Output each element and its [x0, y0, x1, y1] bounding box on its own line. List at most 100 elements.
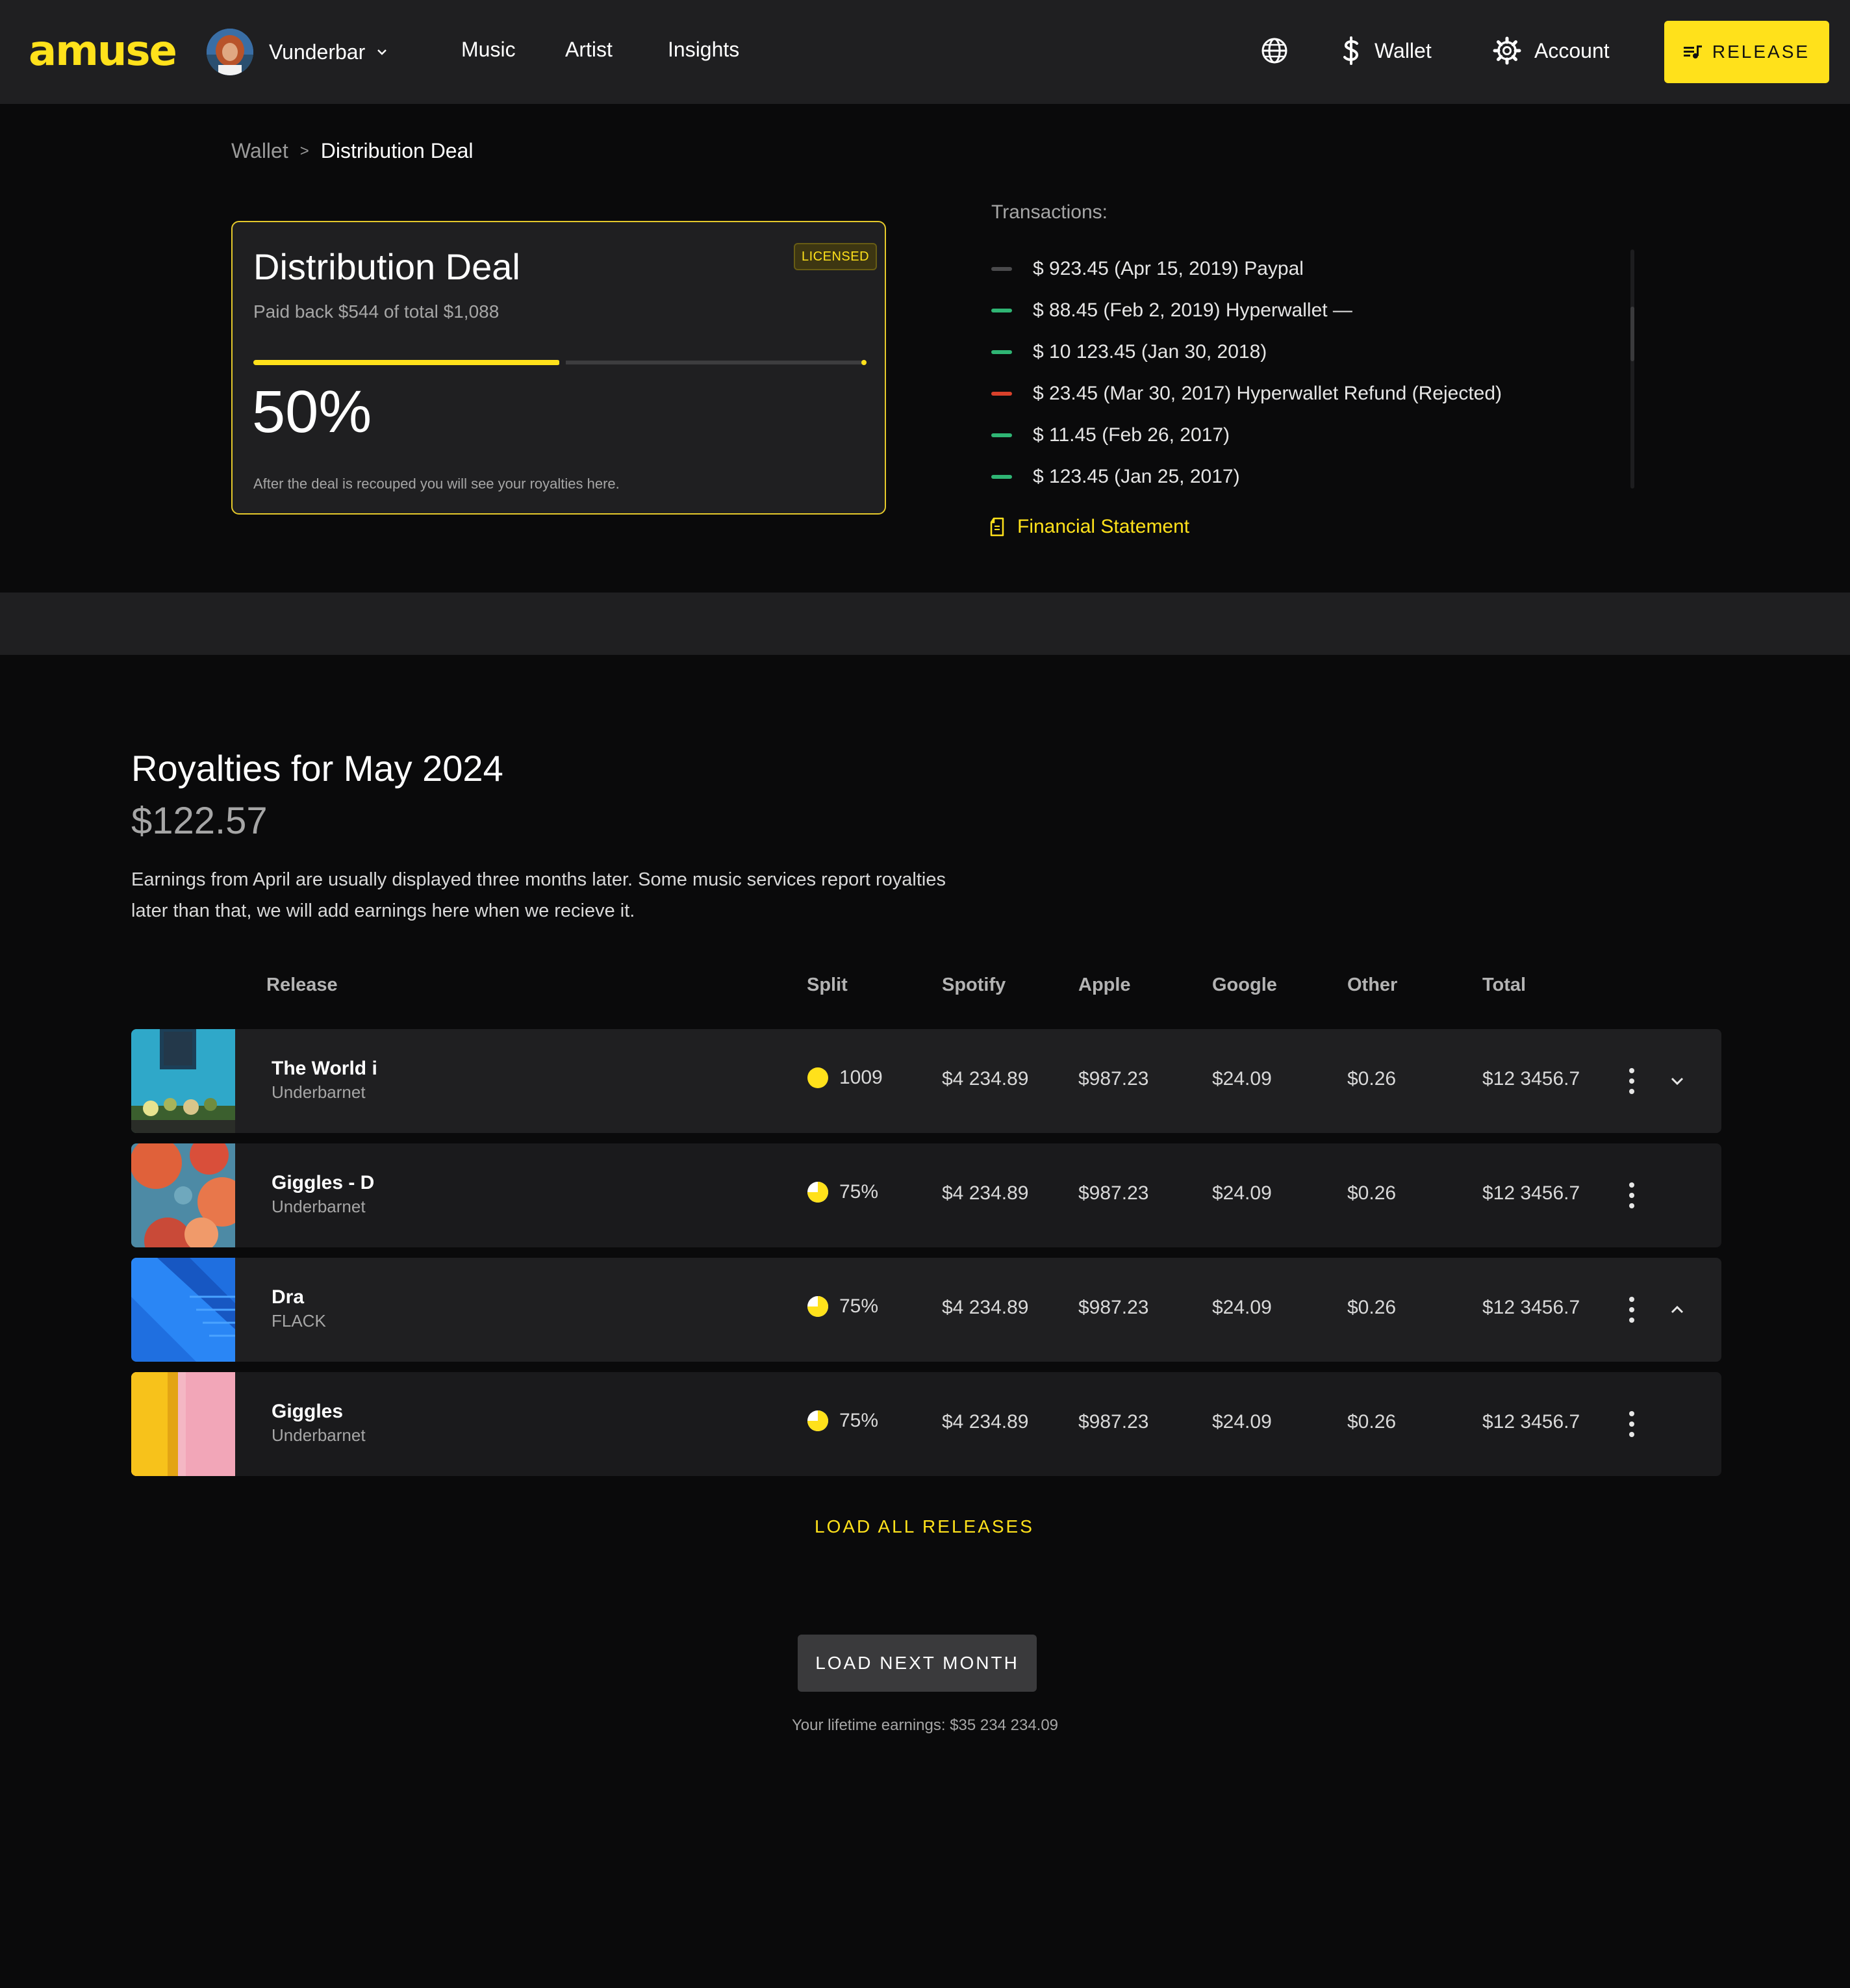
more-options-icon[interactable]	[1625, 1410, 1638, 1438]
other-value: $0.26	[1347, 1182, 1397, 1204]
apple-value: $987.23	[1078, 1068, 1149, 1090]
deal-title: Distribution Deal	[253, 246, 520, 287]
transaction-text: $ 11.45 (Feb 26, 2017)	[1033, 424, 1230, 446]
royalties-amount: $122.57	[131, 800, 268, 842]
status-badge: LICENSED	[794, 243, 878, 270]
release-artist: Underbarnet	[272, 1082, 366, 1102]
more-options-icon[interactable]	[1625, 1295, 1638, 1324]
google-value: $24.09	[1212, 1068, 1272, 1090]
split-pie-icon	[807, 1410, 828, 1431]
more-options-icon[interactable]	[1625, 1067, 1638, 1095]
release-title: Dra	[272, 1286, 305, 1308]
transaction-status-indicator	[991, 433, 1012, 437]
wallet-label: Wallet	[1375, 38, 1432, 62]
split-value: 75%	[839, 1181, 879, 1203]
other-value: $0.26	[1347, 1411, 1397, 1433]
total-value: $12 3456.7	[1482, 1411, 1580, 1433]
other-value: $0.26	[1347, 1297, 1397, 1318]
chevron-down-icon[interactable]	[1668, 1072, 1686, 1090]
column-header-google: Google	[1212, 975, 1277, 995]
transaction-item: $ 11.45 (Feb 26, 2017)	[991, 414, 1641, 456]
top-navigation-bar: amuse Vunderbar Music Artist Insights Wa…	[0, 0, 1850, 104]
chevron-down-icon	[377, 49, 387, 55]
chevron-up-icon[interactable]	[1668, 1301, 1686, 1319]
google-value: $24.09	[1212, 1297, 1272, 1318]
release-artwork	[131, 1258, 235, 1362]
royalties-description: Earnings from April are usually displaye…	[131, 869, 946, 921]
transaction-item: $ 123.45 (Jan 25, 2017)	[991, 456, 1641, 498]
spotify-value: $4 234.89	[942, 1182, 1029, 1204]
spotify-value: $4 234.89	[942, 1068, 1029, 1090]
music-list-icon	[1683, 45, 1702, 58]
split-pie-slice	[807, 1067, 828, 1088]
table-row[interactable]: The World i Underbarnet 1009 $4 234.89 $…	[131, 1029, 1721, 1133]
split-value: 1009	[839, 1067, 883, 1088]
deal-note: After the deal is recouped you will see …	[253, 476, 620, 492]
language-button[interactable]	[1260, 32, 1289, 69]
transaction-item: $ 23.45 (Mar 30, 2017) Hyperwallet Refun…	[991, 373, 1641, 414]
spotify-value: $4 234.89	[942, 1411, 1029, 1433]
table-row[interactable]: Giggles - D Underbarnet 75% $4 234.89 $9…	[131, 1143, 1721, 1247]
scrollbar-thumb[interactable]	[1630, 307, 1634, 361]
nav-artist[interactable]: Artist	[565, 38, 613, 62]
financial-statement-link[interactable]: Financial Statement	[990, 516, 1189, 538]
transaction-status-indicator	[991, 350, 1012, 354]
other-value: $0.26	[1347, 1068, 1397, 1090]
split-value: 75%	[839, 1410, 879, 1431]
account-label: Account	[1534, 38, 1610, 62]
account-nav[interactable]: Account	[1493, 32, 1610, 69]
release-artist: FLACK	[272, 1311, 326, 1331]
nav-insights[interactable]: Insights	[668, 38, 739, 62]
user-name: Vunderbar	[269, 40, 366, 64]
breadcrumb-current: Distribution Deal	[320, 139, 474, 162]
release-label: RELEASE	[1712, 42, 1810, 62]
transaction-item: $ 88.45 (Feb 2, 2019) Hyperwallet —	[991, 290, 1641, 331]
column-header-total: Total	[1482, 975, 1527, 995]
column-header-apple: Apple	[1078, 975, 1131, 995]
progress-end-dot	[861, 360, 867, 365]
total-value: $12 3456.7	[1482, 1068, 1580, 1090]
transaction-item: $ 10 123.45 (Jan 30, 2018)	[991, 331, 1641, 373]
release-artwork	[131, 1143, 235, 1247]
financial-statement-label: Financial Statement	[1017, 516, 1190, 537]
release-artwork	[131, 1372, 235, 1476]
deal-subtitle: Paid back $544 of total $1,088	[253, 301, 500, 322]
transactions-list: $ 923.45 (Apr 15, 2019) Paypal $ 88.45 (…	[991, 248, 1641, 498]
split-cell: 75%	[807, 1181, 878, 1203]
transaction-status-indicator	[991, 309, 1012, 312]
more-options-icon[interactable]	[1625, 1181, 1638, 1210]
transaction-text: $ 10 123.45 (Jan 30, 2018)	[1033, 341, 1267, 363]
apple-value: $987.23	[1078, 1411, 1149, 1433]
transactions-scrollbar[interactable]	[1630, 249, 1634, 489]
release-artist: Underbarnet	[272, 1425, 366, 1445]
breadcrumb-wallet[interactable]: Wallet	[231, 139, 288, 163]
release-artwork	[131, 1029, 235, 1133]
column-header-other: Other	[1347, 975, 1398, 995]
split-cell: 75%	[807, 1295, 878, 1318]
load-next-month-button[interactable]: LOAD NEXT MONTH	[798, 1635, 1037, 1692]
google-value: $24.09	[1212, 1411, 1272, 1433]
user-menu[interactable]: Vunderbar	[207, 29, 388, 75]
transaction-status-indicator	[991, 475, 1012, 479]
release-button[interactable]: RELEASE	[1664, 21, 1829, 83]
load-all-releases-link[interactable]: LOAD ALL RELEASES	[815, 1516, 1034, 1537]
split-pie-icon	[807, 1182, 828, 1203]
split-cell: 75%	[807, 1410, 878, 1432]
table-row[interactable]: Giggles Underbarnet 75% $4 234.89 $987.2…	[131, 1372, 1721, 1476]
nav-music[interactable]: Music	[461, 38, 516, 62]
release-title: Giggles - D	[272, 1172, 375, 1193]
wallet-nav[interactable]: Wallet	[1341, 32, 1432, 69]
column-header-release: Release	[266, 975, 338, 995]
split-cell: 1009	[807, 1067, 883, 1089]
column-header-split: Split	[807, 975, 848, 995]
deal-percent: 50%	[252, 379, 372, 445]
table-row[interactable]: Dra FLACK 75% $4 234.89 $987.23 $24.09 $…	[131, 1258, 1721, 1362]
lifetime-earnings: Your lifetime earnings: $35 234 234.09	[791, 1716, 1059, 1734]
section-divider	[0, 593, 1850, 655]
split-pie-icon	[807, 1067, 828, 1088]
dollar-icon	[1343, 36, 1358, 65]
transactions-label: Transactions:	[991, 201, 1108, 223]
amuse-logo[interactable]: amuse	[29, 27, 177, 75]
transaction-status-indicator	[991, 267, 1012, 271]
release-title: The World i	[272, 1058, 377, 1079]
